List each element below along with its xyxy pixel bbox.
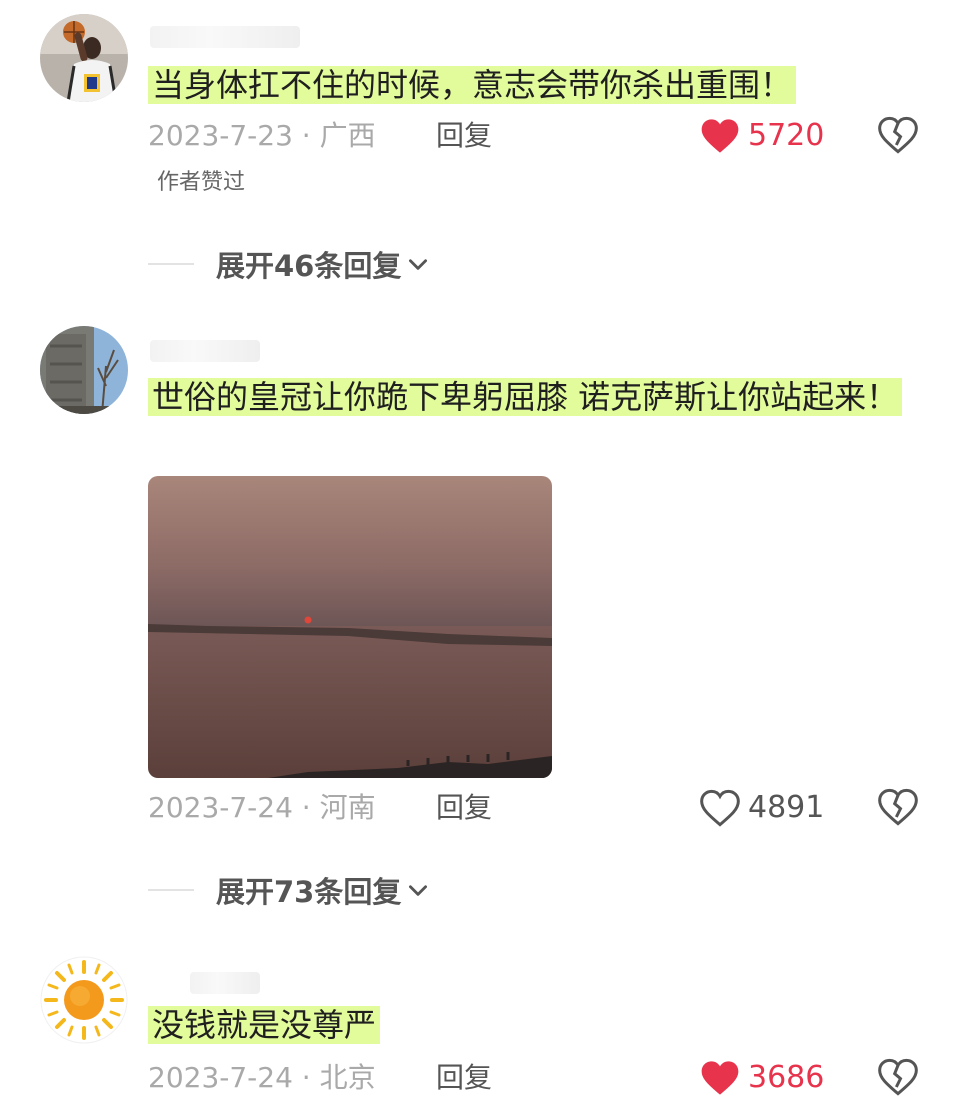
building-tree-avatar-icon bbox=[40, 326, 128, 414]
comment-meta: 2023-7-24 · 北京 回复 3686 bbox=[148, 1058, 928, 1098]
date-location: 2023-7-24 · 河南 bbox=[148, 791, 376, 824]
chevron-down-icon bbox=[409, 885, 428, 896]
expand-replies-label: 展开46条回复 bbox=[216, 249, 402, 283]
user-avatar[interactable] bbox=[40, 14, 128, 102]
divider-line bbox=[148, 263, 194, 265]
comment-image-sunset-river[interactable] bbox=[148, 476, 552, 778]
reply-button[interactable]: 回复 bbox=[436, 116, 492, 156]
like-count: 5720 bbox=[748, 118, 825, 153]
broken-heart-icon bbox=[878, 1058, 918, 1096]
dislike-button[interactable] bbox=[878, 788, 918, 828]
username-blurred[interactable] bbox=[150, 26, 300, 48]
heart-outline-icon bbox=[700, 789, 740, 827]
sun-avatar-icon bbox=[40, 956, 128, 1044]
like-count: 4891 bbox=[748, 790, 825, 825]
author-liked-badge: 作者赞过 bbox=[157, 170, 246, 195]
comment-meta: 2023-7-24 · 河南 回复 4891 bbox=[148, 788, 928, 828]
like-button[interactable]: 5720 bbox=[700, 116, 824, 156]
broken-heart-icon bbox=[878, 116, 918, 154]
heart-filled-icon bbox=[701, 1061, 739, 1095]
comment-text: 没钱就是没尊严 bbox=[148, 1002, 908, 1048]
comment-meta: 2023-7-23 · 广西 回复 5720 bbox=[148, 116, 928, 156]
expand-replies-button[interactable]: 展开46条回复 bbox=[148, 244, 431, 284]
like-count: 3686 bbox=[748, 1060, 825, 1095]
like-button[interactable]: 4891 bbox=[700, 788, 824, 828]
comment-text: 世俗的皇冠让你跪下卑躬屈膝 诺克萨斯让你站起来！ bbox=[148, 374, 908, 420]
expand-replies-button[interactable]: 展开73条回复 bbox=[148, 870, 431, 910]
dislike-button[interactable] bbox=[878, 1058, 918, 1098]
user-avatar[interactable] bbox=[40, 326, 128, 414]
basketball-player-avatar-icon bbox=[40, 14, 128, 102]
comment-text: 当身体扛不住的时候，意志会带你杀出重围！ bbox=[148, 62, 908, 108]
date-location: 2023-7-23 · 广西 bbox=[148, 119, 376, 152]
divider-line bbox=[148, 889, 194, 891]
reply-button[interactable]: 回复 bbox=[436, 788, 492, 828]
username-blurred[interactable] bbox=[150, 340, 260, 362]
like-button[interactable]: 3686 bbox=[700, 1058, 824, 1098]
date-location: 2023-7-24 · 北京 bbox=[148, 1061, 376, 1094]
heart-filled-icon bbox=[701, 119, 739, 153]
reply-button[interactable]: 回复 bbox=[436, 1058, 492, 1098]
broken-heart-icon bbox=[878, 788, 918, 826]
chevron-down-icon bbox=[409, 259, 428, 270]
sunset-river-image bbox=[148, 476, 552, 778]
dislike-button[interactable] bbox=[878, 116, 918, 156]
user-avatar[interactable] bbox=[40, 956, 128, 1044]
username-blurred[interactable] bbox=[190, 972, 260, 994]
expand-replies-label: 展开73条回复 bbox=[216, 875, 402, 909]
